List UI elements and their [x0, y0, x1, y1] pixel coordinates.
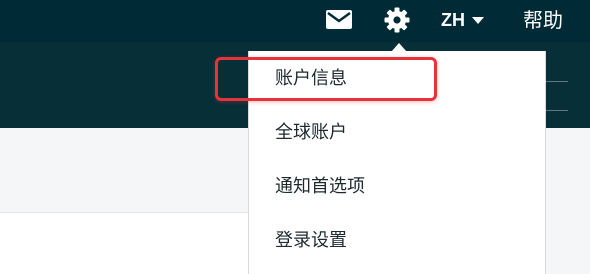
chevron-down-icon: [472, 16, 484, 24]
highlight-annotation: [215, 57, 437, 101]
language-label: ZH: [441, 9, 465, 30]
mail-icon[interactable]: [326, 10, 352, 29]
language-selector[interactable]: ZH: [441, 8, 484, 32]
menu-item-global-accounts[interactable]: 全球账户: [275, 121, 347, 145]
gear-icon[interactable]: [384, 7, 410, 33]
menu-item-login-settings[interactable]: 登录设置: [275, 229, 347, 253]
top-navigation-bar: [0, 0, 590, 42]
help-link[interactable]: 帮助: [523, 6, 563, 34]
menu-item-notification-preferences[interactable]: 通知首选项: [275, 175, 365, 199]
content-section: [0, 213, 250, 274]
